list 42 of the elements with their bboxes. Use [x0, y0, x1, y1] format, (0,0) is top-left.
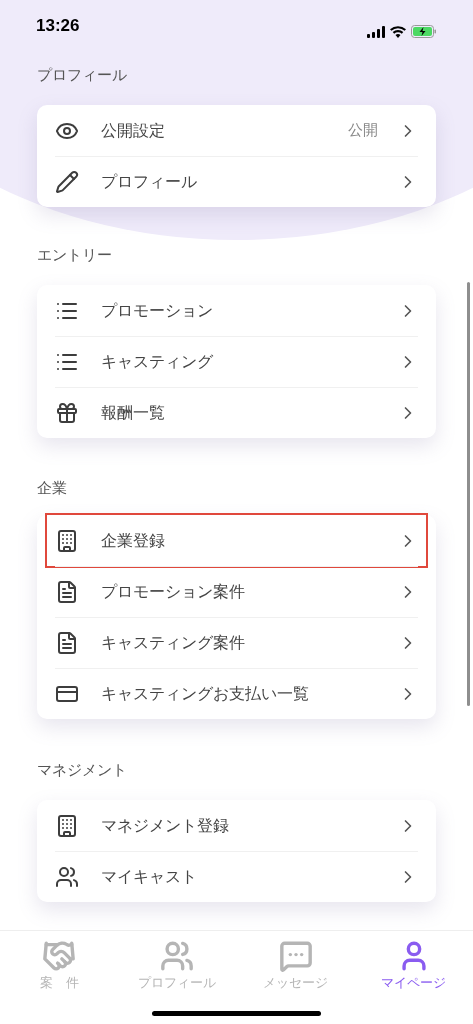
- menu-item[interactable]: プロフィール: [55, 156, 418, 207]
- battery-icon: [411, 25, 437, 38]
- signal-icon: [367, 25, 385, 38]
- menu-item-label: プロモーション: [101, 300, 214, 321]
- status-time: 13:26: [36, 14, 80, 37]
- building-icon: [55, 528, 79, 553]
- building-icon: [55, 813, 79, 838]
- section-title: エントリー: [37, 246, 113, 264]
- document-icon: [55, 631, 79, 655]
- menu-item[interactable]: キャスティング案件: [55, 617, 418, 668]
- menu-item-label: プロフィール: [101, 172, 198, 192]
- menu-item[interactable]: 公開設定 公開: [55, 105, 418, 156]
- pencil-icon: [55, 170, 79, 194]
- section-title: 企業: [37, 479, 68, 497]
- document-icon: [55, 580, 79, 604]
- people-icon: [160, 939, 195, 973]
- menu-item[interactable]: マイキャスト: [55, 851, 418, 902]
- menu-item-label: マネジメント登録: [101, 815, 230, 836]
- menu-item-label: キャスティングお支払い一覧: [101, 684, 310, 704]
- wifi-icon: [390, 25, 406, 38]
- section-title: プロフィール: [37, 66, 128, 84]
- menu-item[interactable]: プロモーション案件: [55, 566, 418, 617]
- menu-item-label: キャスティング: [101, 352, 214, 372]
- menu-item[interactable]: マネジメント登録: [55, 800, 418, 851]
- menu-item-label: 公開設定: [101, 120, 166, 141]
- menu-item[interactable]: キャスティング: [55, 336, 418, 387]
- people-icon: [55, 865, 79, 889]
- gift-icon: [55, 401, 79, 425]
- menu-item-label: 報酬一覧: [101, 403, 166, 423]
- menu-item-label: 企業登録: [101, 530, 166, 551]
- section-title: マネジメント: [37, 761, 128, 779]
- menu-item[interactable]: 報酬一覧: [55, 387, 418, 438]
- menu-item[interactable]: キャスティングお支払い一覧: [55, 668, 418, 719]
- tab-bar-item[interactable]: マイページ: [354, 931, 473, 1024]
- menu-item-value: 公開: [348, 120, 378, 141]
- menu-item[interactable]: 企業登録: [47, 515, 426, 566]
- chat-bubble-icon: [278, 939, 313, 973]
- menu-item-label: マイキャスト: [101, 867, 198, 887]
- menu-item-label: プロモーション案件: [101, 582, 246, 602]
- menu-item[interactable]: プロモーション: [55, 285, 418, 336]
- handshake-icon: [42, 939, 77, 973]
- menu-item-label: キャスティング案件: [101, 633, 246, 653]
